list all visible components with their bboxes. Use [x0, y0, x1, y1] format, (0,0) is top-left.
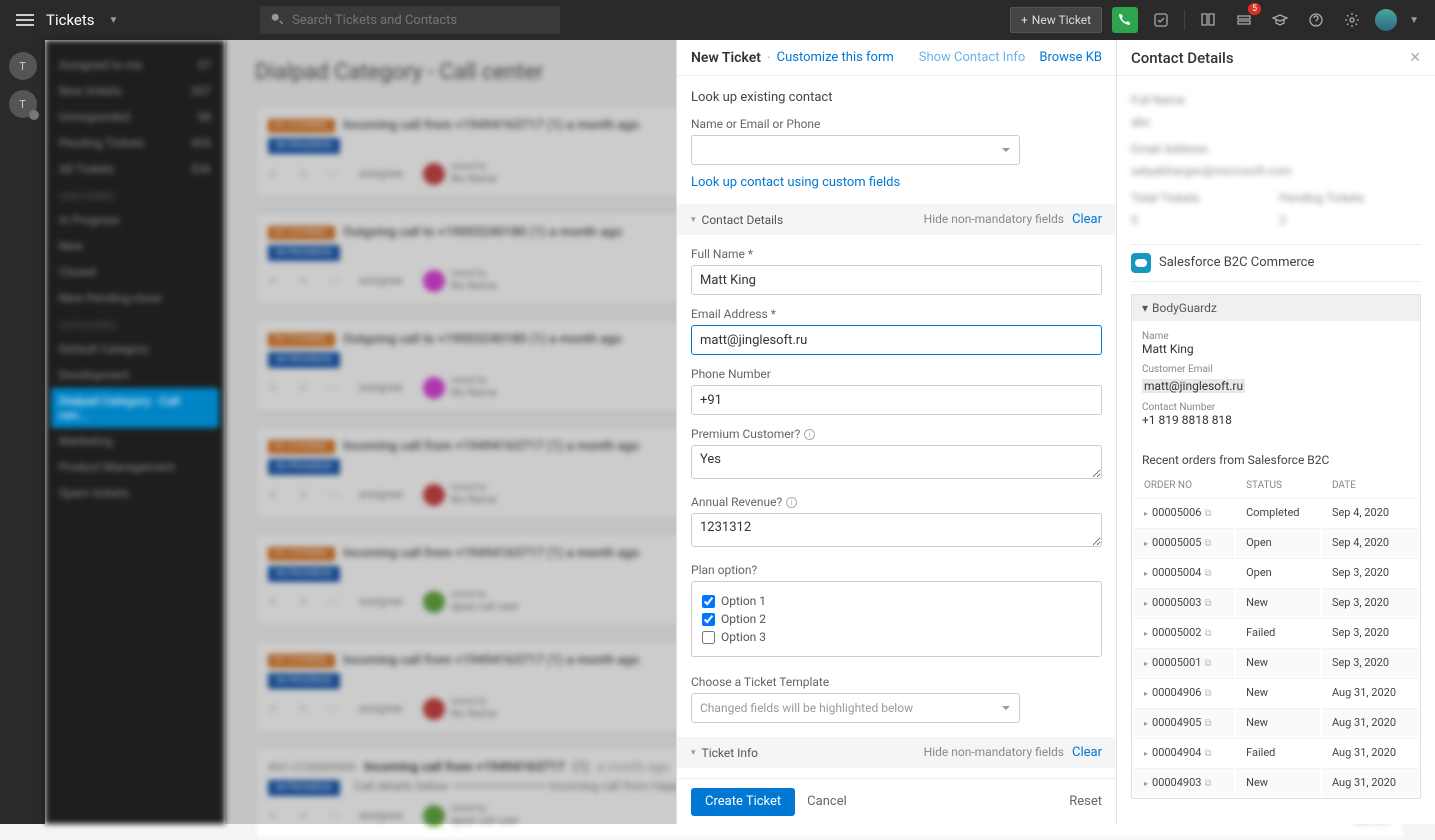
- user-avatar[interactable]: [1375, 9, 1397, 31]
- template-select[interactable]: Changed fields will be highlighted below: [691, 693, 1020, 723]
- global-search[interactable]: [260, 6, 560, 34]
- table-row[interactable]: ▸00005002⧉FailedSep 3, 2020: [1134, 618, 1418, 646]
- plan-checkbox[interactable]: [702, 595, 715, 608]
- topbar: Tickets ▼ + New Ticket 5: [0, 0, 1435, 40]
- contact-details-panel: Contact Details ✕ Full Name abc Email Ad…: [1117, 40, 1435, 824]
- search-input[interactable]: [292, 13, 550, 28]
- email-input[interactable]: [691, 325, 1102, 355]
- new-ticket-form: New Ticket · Customize this form Show Co…: [677, 40, 1117, 824]
- plan-label: Plan option?: [691, 563, 1102, 577]
- workspace-rail: T T: [0, 40, 45, 824]
- phone-icon[interactable]: [1112, 7, 1138, 33]
- clear-link[interactable]: Clear: [1072, 745, 1102, 760]
- chevron-down-icon[interactable]: ▼: [1409, 15, 1419, 26]
- chevron-down-icon[interactable]: ▼: [109, 15, 119, 26]
- full-name-label: Full Name *: [691, 247, 1102, 261]
- section-ticket-info[interactable]: ▾ Ticket Info Hide non-mandatory fields …: [677, 737, 1116, 768]
- browse-kb-link[interactable]: Browse KB: [1039, 50, 1102, 65]
- table-row[interactable]: ▸00005003⧉NewSep 3, 2020: [1134, 588, 1418, 616]
- info-icon: i: [786, 497, 797, 508]
- phone-label: Phone Number: [691, 367, 1102, 381]
- help-icon[interactable]: [1303, 7, 1329, 33]
- rail-avatar[interactable]: T: [9, 90, 37, 118]
- table-row[interactable]: ▸00005005⧉OpenSep 4, 2020: [1134, 528, 1418, 556]
- cloud-icon: [1131, 253, 1151, 273]
- search-icon: [270, 11, 284, 30]
- orders-table: ORDER NO STATUS DATE ▸00005006⧉Completed…: [1132, 473, 1420, 798]
- lookup-contact-select[interactable]: [691, 135, 1020, 165]
- phone-input[interactable]: [691, 385, 1102, 415]
- orders-heading: Recent orders from Salesforce B2C: [1132, 445, 1420, 473]
- form-title: New Ticket: [691, 50, 761, 66]
- book-icon[interactable]: [1195, 7, 1221, 33]
- ticket-sidebar: Assigned to me57New tickets207Unresponde…: [45, 40, 225, 824]
- checkbox-icon[interactable]: [1148, 7, 1174, 33]
- rail-avatar[interactable]: T: [9, 52, 37, 80]
- table-row[interactable]: ▸00004906⧉NewAug 31, 2020: [1134, 678, 1418, 706]
- hide-nonmandatory-link[interactable]: Hide non-mandatory fields: [924, 212, 1064, 227]
- revenue-label: Annual Revenue?i: [691, 495, 1102, 509]
- lookup-custom-link[interactable]: Look up contact using custom fields: [691, 175, 1102, 190]
- plan-options: Option 1 Option 2 Option 3: [691, 581, 1102, 657]
- module-title[interactable]: Tickets: [46, 11, 95, 29]
- menu-icon[interactable]: [16, 14, 34, 26]
- plan-checkbox[interactable]: [702, 631, 715, 644]
- close-icon[interactable]: ✕: [1409, 50, 1421, 66]
- revenue-input[interactable]: [691, 513, 1102, 547]
- plan-checkbox[interactable]: [702, 613, 715, 626]
- create-ticket-button[interactable]: Create Ticket: [691, 788, 795, 816]
- clear-link[interactable]: Clear: [1072, 212, 1102, 227]
- chevron-down-icon: ▾: [1142, 301, 1148, 315]
- info-icon: i: [804, 429, 815, 440]
- customize-form-link[interactable]: Customize this form: [777, 50, 894, 65]
- table-row[interactable]: ▸00005004⧉OpenSep 3, 2020: [1134, 558, 1418, 586]
- table-row[interactable]: ▸00005001⧉NewSep 3, 2020: [1134, 648, 1418, 676]
- full-name-input[interactable]: [691, 265, 1102, 295]
- table-row[interactable]: ▸00004905⧉NewAug 31, 2020: [1134, 708, 1418, 736]
- table-row[interactable]: ▸00005006⧉CompletedSep 4, 2020: [1134, 498, 1418, 526]
- template-label: Choose a Ticket Template: [691, 675, 1102, 689]
- reset-button[interactable]: Reset: [1069, 794, 1102, 809]
- premium-label: Premium Customer?i: [691, 427, 1102, 441]
- gear-icon[interactable]: [1339, 7, 1365, 33]
- show-contact-info-link[interactable]: Show Contact Info: [919, 50, 1026, 65]
- plan-option[interactable]: Option 2: [702, 610, 1091, 628]
- lookup-heading: Look up existing contact: [691, 90, 1102, 105]
- section-contact-details[interactable]: ▾ Contact Details Hide non-mandatory fie…: [677, 204, 1116, 235]
- plus-icon: +: [1021, 13, 1028, 27]
- accordion-header[interactable]: ▾ BodyGuardz: [1132, 295, 1420, 321]
- table-row[interactable]: ▸00004903⧉NewAug 31, 2020: [1134, 768, 1418, 796]
- hide-nonmandatory-link[interactable]: Hide non-mandatory fields: [924, 745, 1064, 760]
- chevron-down-icon: ▾: [691, 215, 696, 225]
- chevron-down-icon: ▾: [691, 748, 696, 758]
- cancel-button[interactable]: Cancel: [807, 794, 847, 809]
- new-ticket-button[interactable]: + New Ticket: [1010, 7, 1102, 33]
- inbox-icon[interactable]: 5: [1231, 7, 1257, 33]
- graduation-icon[interactable]: [1267, 7, 1293, 33]
- plan-option[interactable]: Option 3: [702, 628, 1091, 646]
- lookup-label: Name or Email or Phone: [691, 117, 1102, 131]
- email-label: Email Address *: [691, 307, 1102, 321]
- table-row[interactable]: ▸00004904⧉FailedAug 31, 2020: [1134, 738, 1418, 766]
- contact-details-title: Contact Details: [1131, 49, 1234, 67]
- notification-badge: 5: [1248, 3, 1261, 15]
- premium-input[interactable]: [691, 445, 1102, 479]
- plan-option[interactable]: Option 1: [702, 592, 1091, 610]
- salesforce-integration[interactable]: Salesforce B2C Commerce: [1131, 244, 1421, 282]
